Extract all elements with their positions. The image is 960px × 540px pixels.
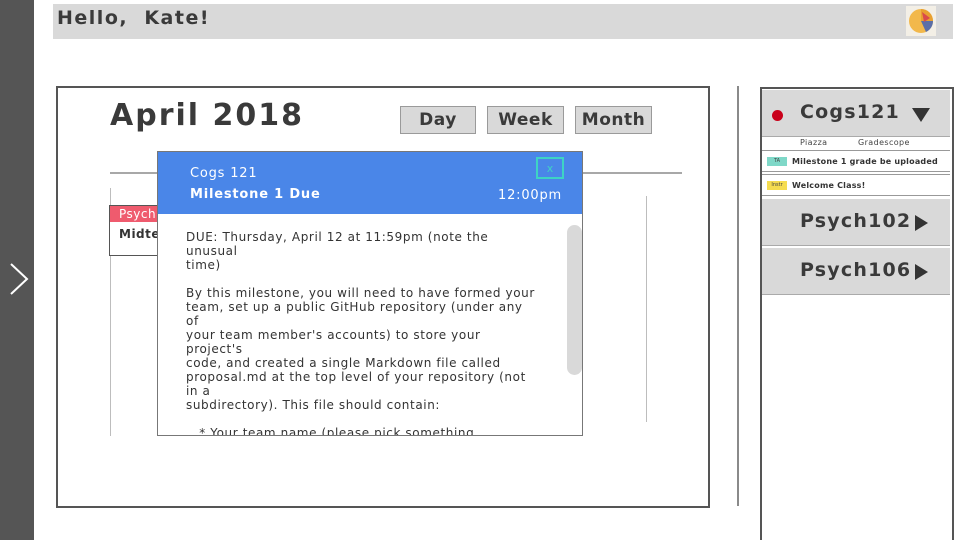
course-name: Psych102 bbox=[800, 210, 912, 232]
event-detail-modal: Cogs 121 Milestone 1 Due 12:00pm x DUE: … bbox=[157, 151, 583, 436]
modal-course: Cogs 121 bbox=[190, 166, 258, 181]
calendar-gridline bbox=[646, 196, 647, 422]
month-view-button[interactable]: Month bbox=[575, 106, 652, 134]
panel-divider bbox=[737, 86, 739, 506]
triangle-down-icon bbox=[912, 108, 930, 122]
notification-item[interactable]: Instr Welcome Class! bbox=[762, 174, 950, 196]
modal-body-text: DUE: Thursday, April 12 at 11:59pm (note… bbox=[186, 230, 535, 436]
modal-event-title: Milestone 1 Due bbox=[190, 187, 321, 202]
notification-tag: Instr bbox=[767, 181, 787, 190]
course-name: Psych106 bbox=[800, 259, 912, 281]
user-avatar-icon[interactable] bbox=[906, 6, 936, 36]
modal-scrollbar[interactable] bbox=[567, 225, 582, 375]
notification-text: Welcome Class! bbox=[792, 181, 866, 190]
course-name: Cogs121 bbox=[800, 101, 900, 123]
left-rail bbox=[0, 0, 34, 540]
course-item-cogs121[interactable]: Cogs121 bbox=[762, 90, 950, 137]
triangle-right-icon bbox=[915, 264, 928, 280]
course-item-psych106[interactable]: Psych106 bbox=[762, 248, 950, 295]
triangle-right-icon bbox=[915, 215, 928, 231]
notification-text: Milestone 1 grade be uploaded bbox=[792, 157, 938, 166]
day-view-button[interactable]: Day bbox=[400, 106, 476, 134]
greeting: Hello, Kate! bbox=[57, 7, 210, 29]
notification-tag: TA bbox=[767, 157, 787, 166]
course-links: Piazza Gradescope bbox=[762, 135, 950, 151]
month-title: April 2018 bbox=[110, 98, 304, 133]
modal-header: Cogs 121 Milestone 1 Due 12:00pm x bbox=[158, 152, 582, 214]
modal-time: 12:00pm bbox=[498, 188, 562, 203]
gradescope-link[interactable]: Gradescope bbox=[858, 138, 910, 147]
piazza-link[interactable]: Piazza bbox=[800, 138, 827, 147]
close-button[interactable]: x bbox=[536, 157, 564, 179]
week-view-button[interactable]: Week bbox=[487, 106, 564, 134]
alert-dot-icon bbox=[772, 110, 783, 121]
chevron-right-icon[interactable] bbox=[8, 262, 30, 296]
notification-item[interactable]: TA Milestone 1 grade be uploaded bbox=[762, 150, 950, 172]
course-item-psych102[interactable]: Psych102 bbox=[762, 199, 950, 246]
